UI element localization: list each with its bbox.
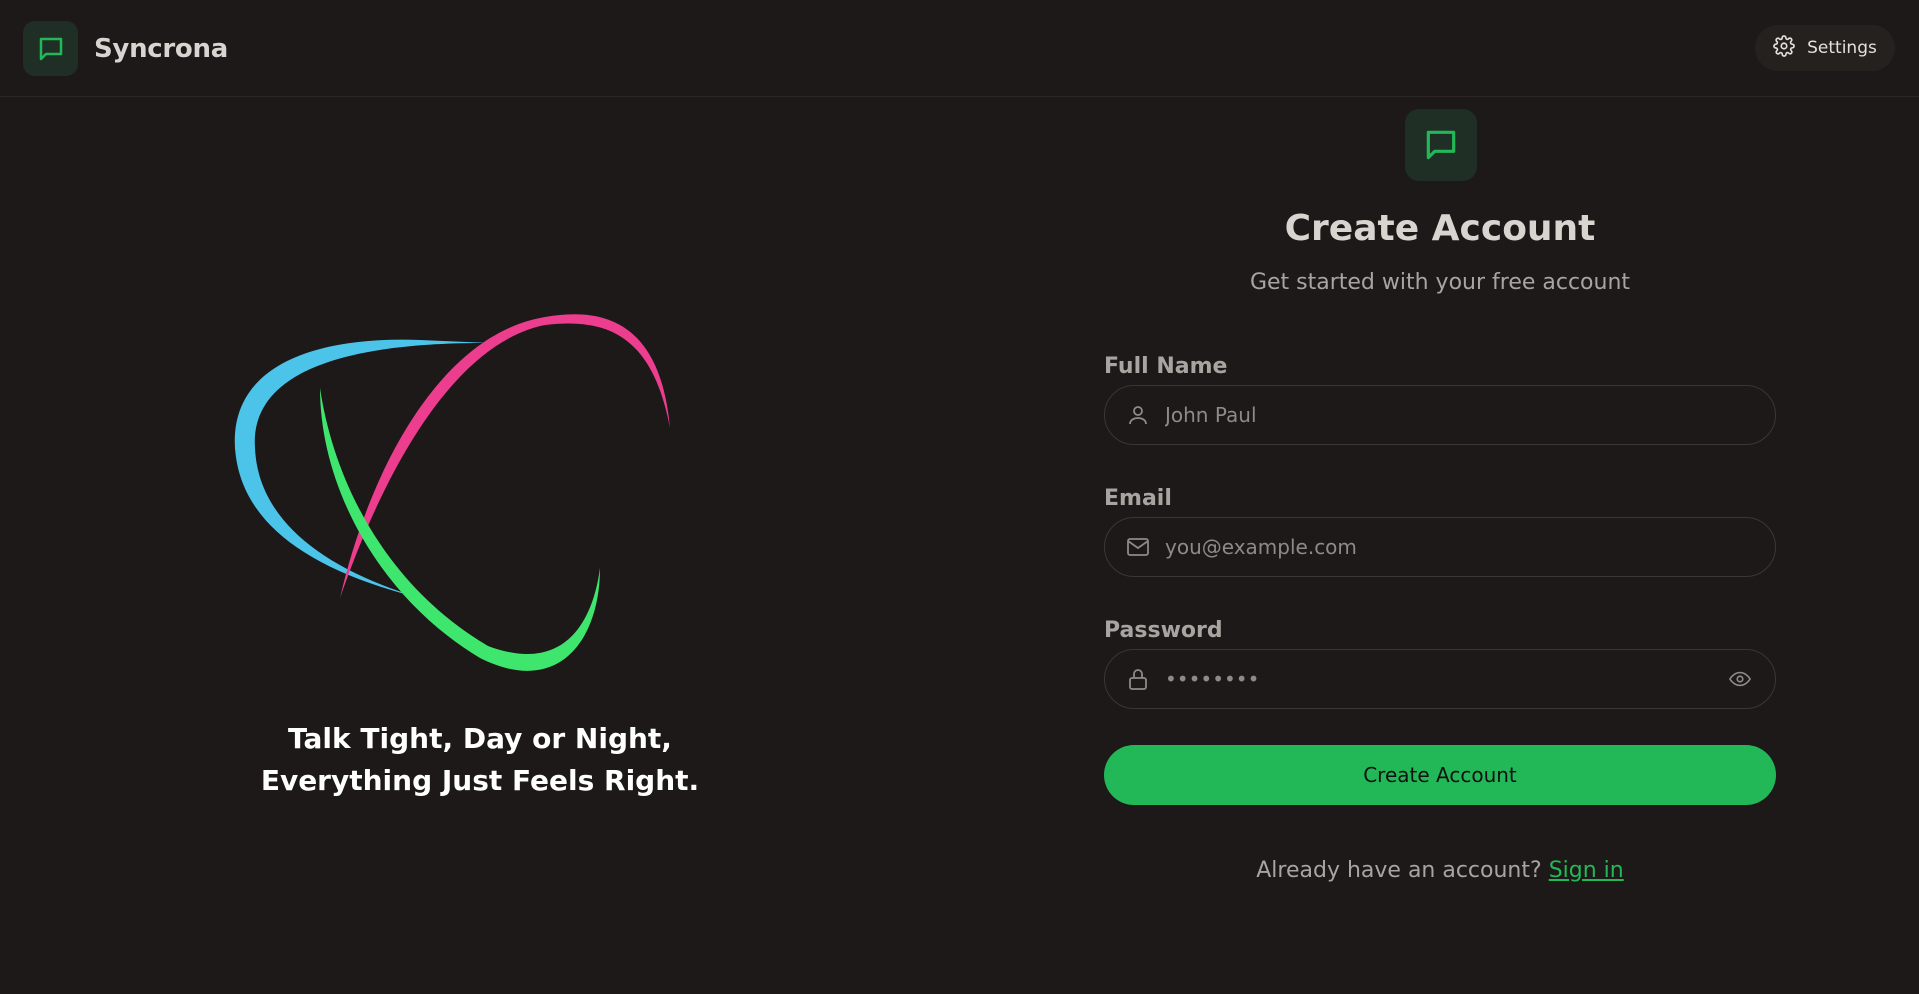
- form-subtitle: Get started with your free account: [1249, 270, 1631, 295]
- full-name-label: Full Name: [1104, 354, 1228, 379]
- pink-orbit: [340, 314, 670, 598]
- hero-tagline: Talk Tight, Day or Night, Everything Jus…: [0, 718, 960, 802]
- chat-bubble-icon: [1405, 109, 1477, 181]
- tagline-line-1: Talk Tight, Day or Night,: [288, 722, 672, 755]
- form-title: Create Account: [1284, 208, 1596, 249]
- brand[interactable]: Syncrona: [23, 21, 228, 76]
- password-label: Password: [1104, 618, 1223, 643]
- lock-icon: [1123, 666, 1153, 692]
- hero-pane: Talk Tight, Day or Night, Everything Jus…: [0, 98, 960, 994]
- signin-link[interactable]: Sign in: [1549, 858, 1624, 883]
- mail-icon: [1123, 535, 1153, 559]
- user-icon: [1123, 403, 1153, 427]
- orbit-illustration: [234, 314, 670, 671]
- signin-prompt: Already have an account?: [1256, 858, 1542, 883]
- tagline-line-2: Everything Just Feels Right.: [260, 764, 700, 797]
- eye-icon[interactable]: [1723, 668, 1757, 690]
- email-label: Email: [1104, 486, 1172, 511]
- email-field[interactable]: [1104, 517, 1776, 577]
- top-bar: Syncrona Settings: [0, 0, 1919, 97]
- full-name-field[interactable]: [1104, 385, 1776, 445]
- gear-icon: [1773, 34, 1796, 62]
- settings-button[interactable]: Settings: [1755, 25, 1895, 71]
- password-input[interactable]: [1165, 667, 1723, 691]
- full-name-input[interactable]: [1165, 403, 1757, 427]
- settings-label: Settings: [1807, 38, 1877, 58]
- app-name: Syncrona: [94, 33, 228, 64]
- signin-row: Already have an account? Sign in: [1104, 858, 1776, 883]
- email-input[interactable]: [1165, 535, 1757, 559]
- password-field[interactable]: [1104, 649, 1776, 709]
- create-account-button[interactable]: Create Account: [1104, 745, 1776, 805]
- chat-bubble-icon: [23, 21, 78, 76]
- green-orbit: [320, 388, 600, 671]
